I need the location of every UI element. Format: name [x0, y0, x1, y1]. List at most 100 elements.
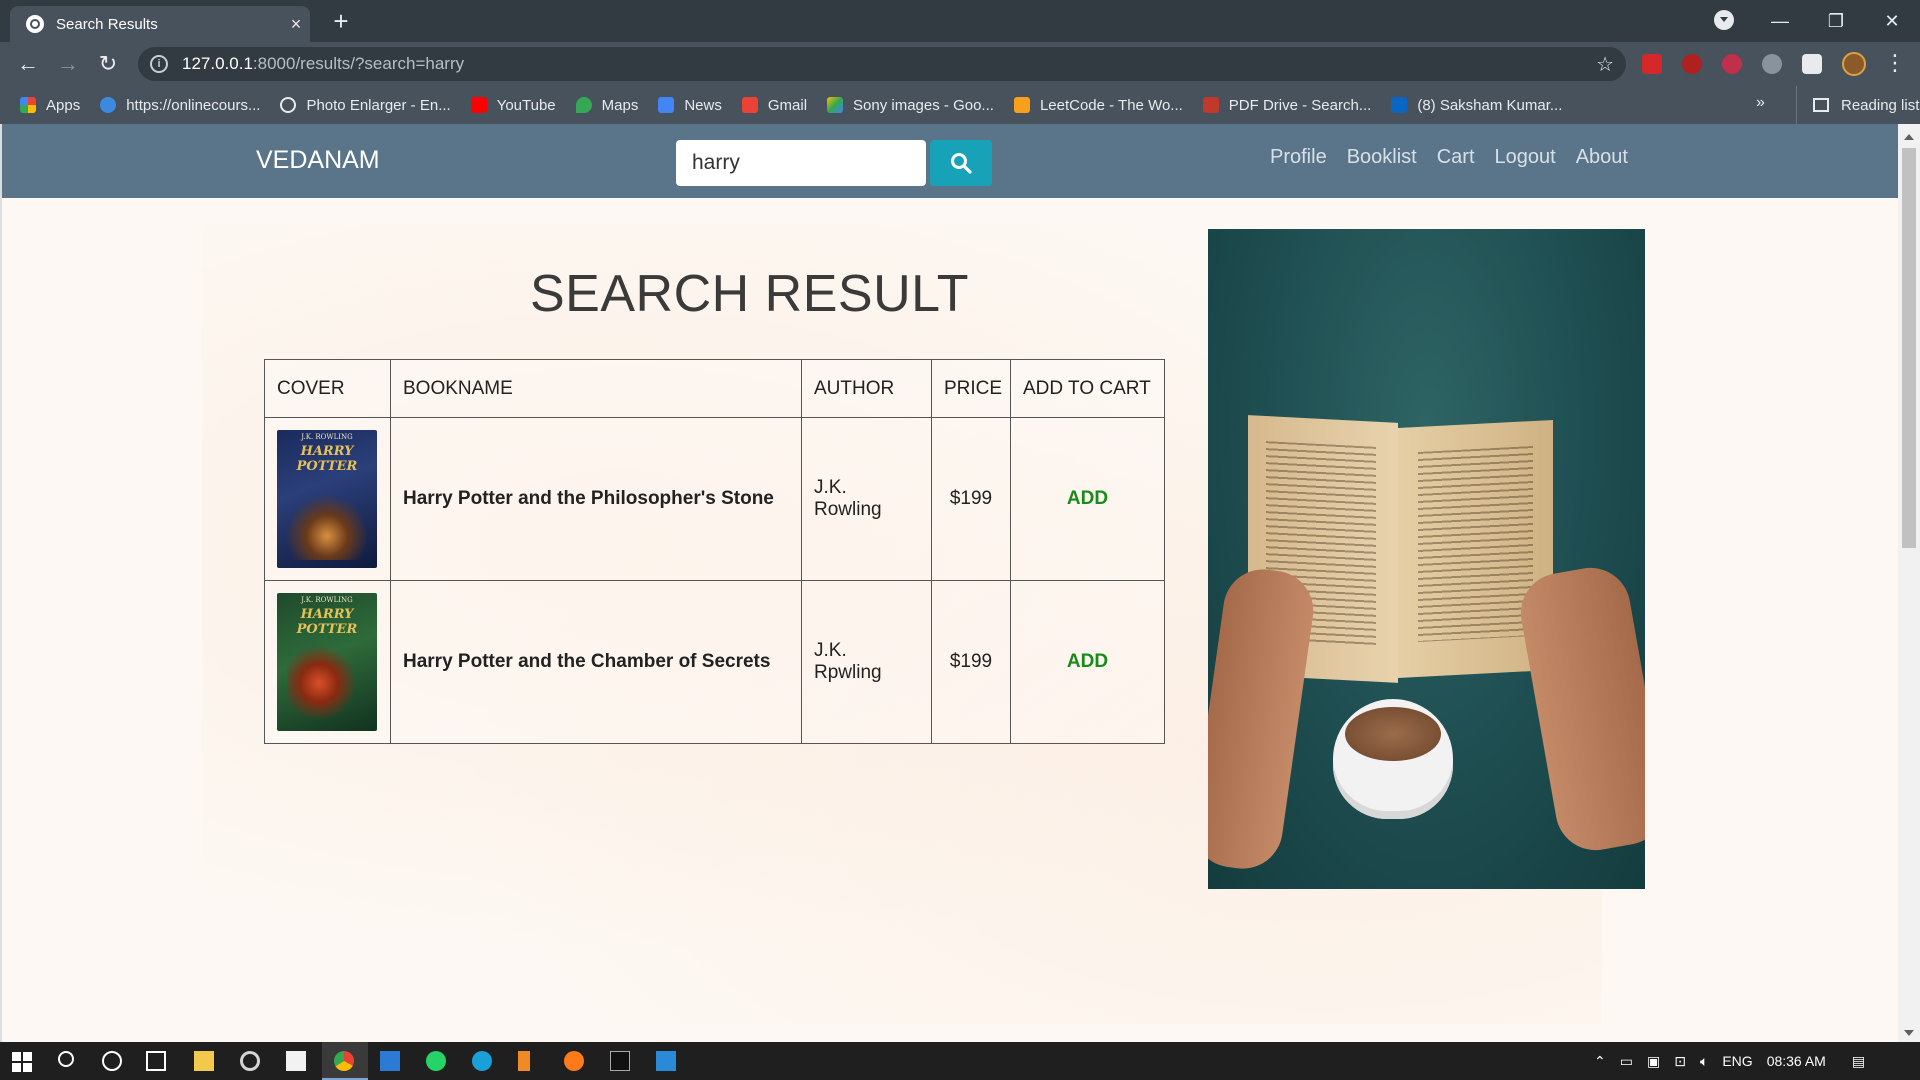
bookmark-apps[interactable]: Apps	[20, 97, 80, 114]
price-cell: $199	[931, 417, 1011, 581]
pocket-extension-icon[interactable]	[1642, 54, 1662, 74]
maps-pin-icon	[575, 97, 592, 113]
task-view-icon[interactable]	[146, 1051, 166, 1071]
firefox-icon[interactable]	[564, 1051, 584, 1071]
search-input[interactable]	[676, 140, 926, 186]
nav-booklist[interactable]: Booklist	[1347, 146, 1417, 169]
vscode-icon[interactable]	[656, 1051, 676, 1071]
windows-start-icon[interactable]	[12, 1052, 32, 1072]
new-tab-button[interactable]: +	[326, 6, 356, 36]
store-icon[interactable]	[286, 1051, 306, 1071]
book-cover-image[interactable]: J.K. ROWLING HARRY POTTER	[277, 430, 377, 568]
tab-title: Search Results	[56, 15, 158, 33]
add-to-cart-link[interactable]: ADD	[1067, 651, 1108, 672]
bookmark-item[interactable]: Maps	[575, 97, 638, 114]
terminal-icon[interactable]	[610, 1051, 630, 1071]
apps-grid-icon	[20, 97, 36, 113]
edge-icon[interactable]	[472, 1051, 492, 1071]
bookmark-item[interactable]: LeetCode - The Wo...	[1013, 97, 1183, 114]
nav-profile[interactable]: Profile	[1270, 146, 1327, 169]
bookmarks-overflow-icon[interactable]: »	[1756, 94, 1765, 112]
page-title: SEARCH RESULT	[530, 265, 969, 323]
bookmark-label: Sony images - Goo...	[853, 96, 994, 114]
browser-tab[interactable]: Search Results ×	[10, 6, 310, 42]
bookmark-item[interactable]: https://onlinecours...	[100, 97, 260, 114]
table-row: J.K. ROWLING HARRY POTTER Harry Potter a…	[264, 417, 1165, 581]
reading-book-image	[1208, 229, 1645, 889]
cover-art	[287, 643, 367, 723]
minimize-icon[interactable]: —	[1752, 11, 1808, 32]
forward-icon[interactable]: →	[54, 50, 82, 78]
bookmark-item[interactable]: Gmail	[741, 96, 808, 114]
bookmark-item[interactable]: News	[658, 97, 722, 114]
tray-chevron-icon[interactable]: ⌃	[1594, 1053, 1606, 1070]
clock[interactable]: 08:36 AM	[1767, 1053, 1826, 1069]
add-cell: ADD	[1010, 580, 1165, 744]
sublime-icon[interactable]	[518, 1051, 530, 1071]
pdf-icon	[1202, 97, 1219, 113]
reading-list-icon	[1813, 98, 1829, 112]
column-header-add-to-cart: ADD TO CART	[1010, 359, 1165, 418]
reading-list-label: Reading list	[1841, 96, 1920, 114]
extension-icon[interactable]	[1762, 54, 1782, 74]
bookmark-item[interactable]: (8) Saksham Kumar...	[1391, 97, 1562, 114]
address-bar[interactable]: i 127.0.0.1:8000/results/?search=harry ☆	[138, 47, 1626, 81]
add-to-cart-link[interactable]: ADD	[1067, 488, 1108, 509]
battery-icon[interactable]: ▭	[1620, 1053, 1633, 1070]
news-icon	[658, 97, 675, 113]
bookmark-item[interactable]: Photo Enlarger - En...	[280, 97, 451, 114]
page-scrollbar[interactable]	[1898, 124, 1920, 1042]
bookmark-label: (8) Saksham Kumar...	[1417, 96, 1563, 114]
cover-title: HARRY POTTER	[296, 444, 358, 474]
add-cell: ADD	[1010, 417, 1165, 581]
column-header-cover: COVER	[264, 359, 391, 418]
bookmark-star-icon[interactable]: ☆	[1596, 52, 1614, 77]
profile-avatar[interactable]	[1842, 52, 1866, 76]
wifi-icon[interactable]: ⊡	[1674, 1053, 1686, 1070]
windows-taskbar: ⌃ ▭ ▣ ⊡ 🔈︎ ENG 08:36 AM ▤	[0, 1042, 1920, 1080]
scroll-up-icon[interactable]	[1904, 134, 1914, 140]
tab-search-icon[interactable]	[1714, 10, 1734, 30]
back-icon[interactable]: ←	[14, 50, 42, 78]
menu-kebab-icon[interactable]: ⋮	[1884, 50, 1906, 76]
language-indicator[interactable]: ENG	[1722, 1053, 1752, 1069]
site-brand[interactable]: VEDANAM	[256, 146, 380, 175]
scroll-down-icon[interactable]	[1904, 1030, 1914, 1036]
cortana-icon[interactable]	[102, 1051, 122, 1071]
extension-icon[interactable]	[1722, 54, 1742, 74]
bookmark-label: PDF Drive - Search...	[1228, 96, 1372, 114]
search-button[interactable]	[930, 140, 992, 186]
window-close-icon[interactable]: ✕	[1864, 11, 1920, 32]
column-header-author: AUTHOR	[801, 359, 932, 418]
restore-icon[interactable]: ❐	[1808, 11, 1864, 32]
scrollbar-thumb[interactable]	[1902, 148, 1916, 548]
site-info-icon[interactable]: i	[150, 55, 168, 73]
cover-author: J.K. ROWLING	[301, 596, 353, 604]
bookmark-item[interactable]: PDF Drive - Search...	[1202, 96, 1372, 114]
bookmark-item[interactable]: YouTube	[470, 97, 556, 114]
book-cover-image[interactable]: J.K. ROWLING HARRY POTTER	[277, 593, 377, 731]
bookmark-label: Gmail	[767, 96, 808, 114]
mail-icon[interactable]	[380, 1051, 400, 1071]
chrome-icon[interactable]	[334, 1051, 354, 1071]
reload-icon[interactable]: ↻	[94, 50, 122, 78]
volume-icon[interactable]: 🔈︎	[1700, 1053, 1708, 1070]
notifications-icon[interactable]: ▤	[1852, 1053, 1865, 1070]
nav-cart[interactable]: Cart	[1437, 146, 1475, 169]
puzzle-icon[interactable]	[1802, 54, 1822, 74]
nav-logout[interactable]: Logout	[1495, 146, 1556, 169]
reading-list-button[interactable]: Reading list	[1796, 86, 1919, 124]
media-player-icon[interactable]	[240, 1051, 260, 1071]
network-icon[interactable]: ▣	[1647, 1053, 1660, 1070]
file-explorer-icon[interactable]	[194, 1051, 214, 1071]
search-icon[interactable]	[58, 1051, 74, 1067]
whatsapp-icon[interactable]	[426, 1051, 446, 1071]
tab-close-icon[interactable]: ×	[282, 14, 310, 35]
record-extension-icon[interactable]	[1682, 54, 1702, 74]
globe-icon	[26, 15, 44, 33]
gmail-icon	[741, 97, 758, 113]
table-header-row: COVER BOOKNAME AUTHOR PRICE ADD TO CART	[264, 359, 1165, 418]
bookmark-item[interactable]: Sony images - Goo...	[827, 97, 994, 114]
nav-about[interactable]: About	[1576, 146, 1628, 169]
column-header-bookname: BOOKNAME	[390, 359, 802, 418]
